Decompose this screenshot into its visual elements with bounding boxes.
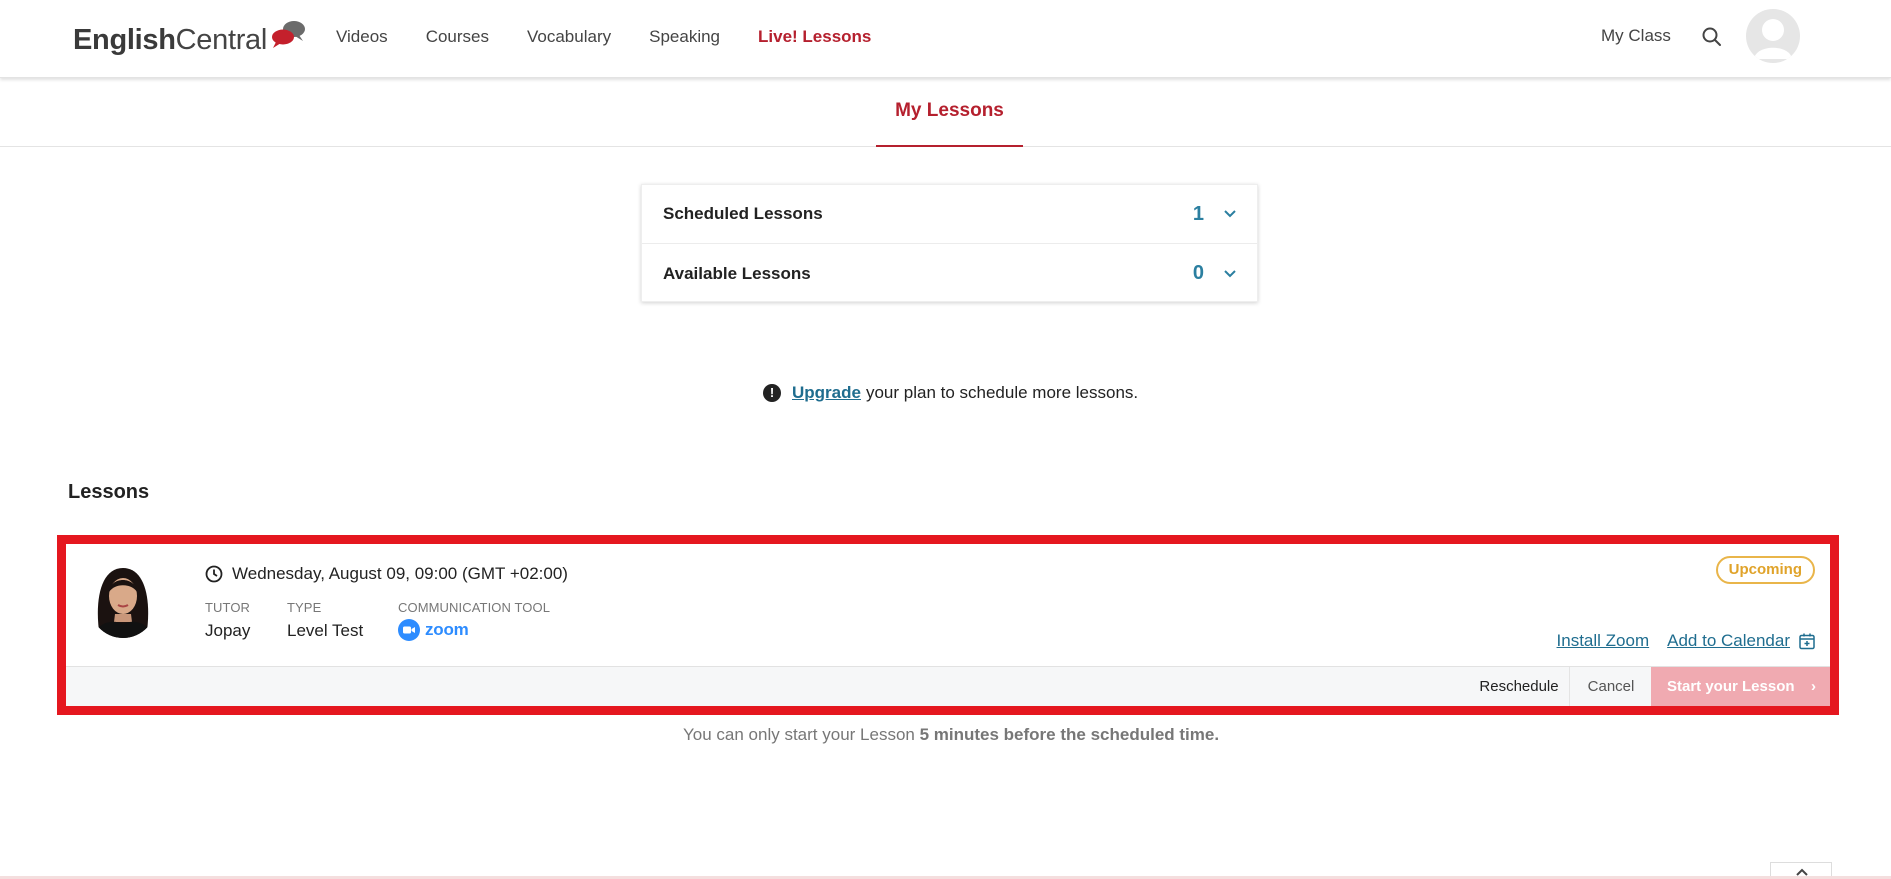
tutor-label: TUTOR xyxy=(205,600,251,615)
englishcentral-logo[interactable]: EnglishCentral xyxy=(73,20,307,60)
start-lesson-button[interactable]: Start your Lesson › xyxy=(1651,667,1830,706)
nav-courses[interactable]: Courses xyxy=(426,26,489,48)
lesson-actions-bar: Reschedule Cancel Start your Lesson › xyxy=(66,667,1830,706)
add-to-calendar-link[interactable]: Add to Calendar xyxy=(1667,631,1790,651)
logo-text-bold: English xyxy=(73,24,176,56)
tutor-info: TUTOR Jopay xyxy=(205,600,250,641)
zoom-logo: zoom xyxy=(398,619,550,641)
lesson-datetime: Wednesday, August 09, 09:00 (GMT +02:00) xyxy=(205,564,568,584)
search-icon[interactable] xyxy=(1701,26,1723,48)
start-time-note-bold: 5 minutes before the scheduled time. xyxy=(919,725,1220,744)
lesson-links: Install Zoom Add to Calendar xyxy=(1557,631,1815,651)
my-class-link[interactable]: My Class xyxy=(1601,26,1671,46)
lessons-summary-card: Scheduled Lessons 1 Available Lessons 0 xyxy=(641,184,1258,302)
start-time-note-text: You can only start your Lesson xyxy=(683,725,915,744)
lesson-type: Level Test xyxy=(287,621,364,640)
user-avatar[interactable] xyxy=(1746,9,1800,63)
zoom-camera-icon xyxy=(398,619,420,641)
lessons-heading: Lessons xyxy=(68,481,150,503)
lesson-datetime-text: Wednesday, August 09, 09:00 (GMT +02:00) xyxy=(232,564,568,583)
chevron-right-icon: › xyxy=(1811,678,1816,695)
exclamation-icon: ! xyxy=(763,384,781,402)
default-user-icon xyxy=(1754,19,1792,59)
available-lessons-count: 0 xyxy=(1192,262,1204,284)
cancel-button[interactable]: Cancel xyxy=(1571,667,1651,706)
upgrade-notice-text: your plan to schedule more lessons. xyxy=(865,383,1139,402)
nav-live-lessons[interactable]: Live! Lessons xyxy=(758,26,871,48)
upgrade-link[interactable]: Upgrade xyxy=(792,383,861,403)
clock-icon xyxy=(205,565,223,583)
chevron-down-icon[interactable] xyxy=(1223,267,1237,281)
nav-speaking[interactable]: Speaking xyxy=(649,26,720,48)
available-lessons-label: Available Lessons xyxy=(663,263,811,283)
available-lessons-row[interactable]: Available Lessons 0 xyxy=(642,244,1257,303)
nav-videos[interactable]: Videos xyxy=(336,26,388,48)
zoom-wordmark: zoom xyxy=(425,620,469,639)
communication-tool-info: COMMUNICATION TOOL zoom xyxy=(398,600,550,641)
tutor-avatar xyxy=(88,562,158,638)
logo-text-rest: Central xyxy=(175,24,268,56)
lesson-card: Wednesday, August 09, 09:00 (GMT +02:00)… xyxy=(66,544,1830,706)
lesson-details: Wednesday, August 09, 09:00 (GMT +02:00)… xyxy=(66,544,1830,667)
upgrade-notice: ! Upgrade your plan to schedule more les… xyxy=(763,383,1138,403)
type-info: TYPE Level Test xyxy=(287,600,363,641)
scheduled-lessons-row[interactable]: Scheduled Lessons 1 xyxy=(642,185,1257,244)
communication-tool-label: COMMUNICATION TOOL xyxy=(398,600,551,615)
scheduled-lessons-count: 1 xyxy=(1192,202,1204,225)
start-time-note: You can only start your Lesson 5 minutes… xyxy=(683,725,1219,745)
start-lesson-label: Start your Lesson xyxy=(1667,678,1795,695)
logo-text: EnglishCentral xyxy=(73,20,267,60)
status-badge: Upcoming xyxy=(1715,556,1815,584)
tab-my-lessons[interactable]: My Lessons xyxy=(876,78,1023,147)
main-nav: Videos Courses Vocabulary Speaking Live!… xyxy=(336,26,909,48)
chevron-down-icon[interactable] xyxy=(1223,207,1237,221)
calendar-plus-icon[interactable] xyxy=(1799,633,1815,650)
top-navigation-bar: EnglishCentral Videos Courses Vocabulary… xyxy=(0,0,1891,78)
lessons-tabs: My Lessons xyxy=(0,78,1891,147)
reschedule-button[interactable]: Reschedule xyxy=(1469,667,1570,706)
nav-vocabulary[interactable]: Vocabulary xyxy=(527,26,611,48)
scheduled-lessons-label: Scheduled Lessons xyxy=(663,204,823,223)
speech-bubbles-icon xyxy=(272,21,306,48)
type-label: TYPE xyxy=(287,600,322,615)
install-zoom-link[interactable]: Install Zoom xyxy=(1557,631,1650,651)
tutor-name: Jopay xyxy=(205,621,251,640)
